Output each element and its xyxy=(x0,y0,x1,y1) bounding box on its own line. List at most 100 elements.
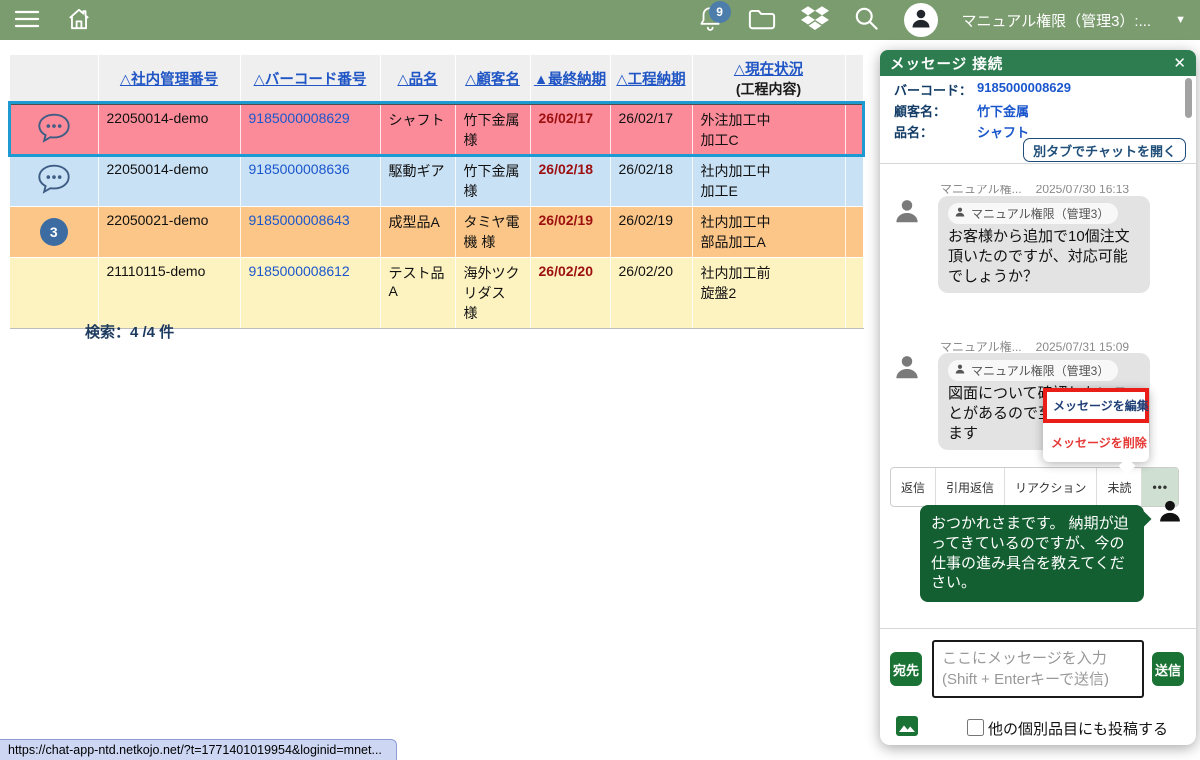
bubble-tail xyxy=(1135,511,1152,528)
delete-message-menu-item[interactable]: メッセージを削除 xyxy=(1043,423,1149,462)
product-label: 品名： xyxy=(894,122,933,141)
cell-spacer xyxy=(845,206,863,257)
cell-status: 社内加工中加工E xyxy=(692,155,845,206)
chat-bubble-icon[interactable] xyxy=(36,131,72,147)
chevron-down-icon: ▼ xyxy=(1175,14,1186,26)
message-input[interactable] xyxy=(932,640,1144,698)
cell-spacer xyxy=(845,257,863,328)
cell-final-due: 26/02/18 xyxy=(530,155,610,206)
barcode-link[interactable]: 9185000008643 xyxy=(249,212,350,228)
column-header-status[interactable]: △現在状況(工程内容) xyxy=(692,55,845,103)
cell-process-due: 26/02/19 xyxy=(610,206,692,257)
unread-count-badge[interactable]: 3 xyxy=(40,218,68,246)
table-row[interactable]: 21110115-demo 9185000008612 テスト品A 海外ツクリダ… xyxy=(10,257,863,328)
customer-label: 顧客名： xyxy=(894,101,946,120)
recipient-button[interactable]: 宛先 xyxy=(890,652,922,686)
open-chat-new-tab-button[interactable]: 別タブでチャットを開く xyxy=(1023,138,1186,162)
sender-avatar-icon xyxy=(892,352,922,387)
chat-bubble-icon[interactable] xyxy=(36,182,72,198)
status-url: https://chat-app-ntd.netkojo.net/?t=1771… xyxy=(8,743,382,757)
work-items-table: △社内管理番号 △バーコード番号 △品名 △顧客名 ▲最終納期 △工程納期 △現… xyxy=(10,55,864,329)
message-text: おつかれさまです。 納期が迫ってきているのですが、今の仕事の進み具合を教えてくだ… xyxy=(931,514,1133,593)
work-items-table-wrap: △社内管理番号 △バーコード番号 △品名 △顧客名 ▲最終納期 △工程納期 △現… xyxy=(10,55,864,329)
panel-scrollbar-thumb[interactable] xyxy=(1185,78,1192,118)
close-button[interactable]: ✕ xyxy=(1173,54,1186,72)
user-avatar[interactable] xyxy=(904,3,938,37)
notifications-button[interactable]: 9 xyxy=(697,5,723,36)
quote-reply-button[interactable]: 引用返信 xyxy=(935,468,1004,506)
table-header-row: △社内管理番号 △バーコード番号 △品名 △顧客名 ▲最終納期 △工程納期 △現… xyxy=(10,55,863,103)
column-header-barcode[interactable]: △バーコード番号 xyxy=(240,55,380,103)
cell-customer: 竹下金属 様 xyxy=(455,155,530,206)
image-icon xyxy=(896,724,918,739)
hamburger-icon xyxy=(14,8,40,33)
user-menu-caret[interactable]: ▼ xyxy=(1175,14,1186,26)
home-button[interactable] xyxy=(66,6,92,35)
apps-button[interactable] xyxy=(801,6,829,34)
edit-message-menu-item[interactable]: メッセージを編集 xyxy=(1043,388,1149,423)
author-pill: マニュアル権限（管理3） xyxy=(948,203,1118,224)
column-header-management-no[interactable]: △社内管理番号 xyxy=(98,55,240,103)
cell-process-due: 26/02/18 xyxy=(610,155,692,206)
cell-product: シャフト xyxy=(380,103,455,155)
message-meta: マニュアル権...2025/07/30 16:13 xyxy=(940,185,1170,196)
message-context-menu: メッセージを編集 メッセージを削除 xyxy=(1043,388,1149,462)
post-to-other-items-checkbox[interactable] xyxy=(967,719,984,736)
own-avatar-icon xyxy=(1156,497,1184,530)
files-button[interactable] xyxy=(747,6,777,35)
cell-spacer xyxy=(845,103,863,155)
cell-final-due: 26/02/17 xyxy=(530,103,610,155)
column-header-indicator xyxy=(10,55,98,103)
barcode-link[interactable]: 9185000008636 xyxy=(249,161,350,177)
dropbox-icon xyxy=(801,6,829,34)
notification-badge: 9 xyxy=(709,1,731,23)
cell-customer: 海外ツクリダス 様 xyxy=(455,257,530,328)
cell-status: 社内加工中部品加工A xyxy=(692,206,845,257)
home-icon xyxy=(66,6,92,35)
table-row[interactable]: 22050014-demo 9185000008636 駆動ギア 竹下金属 様 … xyxy=(10,155,863,206)
person-icon xyxy=(909,6,933,35)
column-header-customer[interactable]: △顧客名 xyxy=(455,55,530,103)
message-actions-toolbar: 返信 引用返信 リアクション 未読 ••• xyxy=(890,467,1179,507)
author-pill: マニュアル権限（管理3） xyxy=(948,360,1118,381)
search-button[interactable] xyxy=(853,5,880,35)
reaction-button[interactable]: リアクション xyxy=(1004,468,1096,506)
column-header-product[interactable]: △品名 xyxy=(380,55,455,103)
column-header-final-due[interactable]: ▲最終納期 xyxy=(530,55,610,103)
cell-process-due: 26/02/20 xyxy=(610,257,692,328)
link-status-bar: https://chat-app-ntd.netkojo.net/?t=1771… xyxy=(0,739,397,760)
menu-button[interactable] xyxy=(14,8,40,33)
cell-customer: タミヤ電機 様 xyxy=(455,206,530,257)
cell-final-due: 26/02/19 xyxy=(530,206,610,257)
customer-value: 竹下金属 xyxy=(977,101,1029,120)
cell-management-no: 22050014-demo xyxy=(98,103,240,155)
cell-management-no: 22050021-demo xyxy=(98,206,240,257)
user-menu-label[interactable]: マニュアル権限（管理3）:... xyxy=(962,10,1152,31)
table-row[interactable]: 22050014-demo 9185000008629 シャフト 竹下金属 様 … xyxy=(10,103,863,155)
close-icon: ✕ xyxy=(1173,55,1186,72)
divider xyxy=(880,163,1196,164)
barcode-value: 9185000008629 xyxy=(977,80,1071,95)
attach-image-button[interactable] xyxy=(896,716,918,739)
cell-spacer xyxy=(845,155,863,206)
cell-customer: 竹下金属 様 xyxy=(455,103,530,155)
cell-management-no: 21110115-demo xyxy=(98,257,240,328)
barcode-link[interactable]: 9185000008612 xyxy=(249,263,350,279)
table-row[interactable]: 3 22050021-demo 9185000008643 成型品A タミヤ電機… xyxy=(10,206,863,257)
own-chat-message[interactable]: おつかれさまです。 納期が迫ってきているのですが、今の仕事の進み具合を教えてくだ… xyxy=(920,505,1144,602)
cell-final-due: 26/02/20 xyxy=(530,257,610,328)
post-to-other-items-label[interactable]: 他の個別品目にも投稿する xyxy=(988,718,1168,739)
chat-message[interactable]: マニュアル権限（管理3） お客様から追加で10個注文頂いたのですが、対応可能でし… xyxy=(938,196,1150,293)
product-value: シャフト xyxy=(977,122,1029,141)
send-button[interactable]: 送信 xyxy=(1152,652,1184,686)
barcode-link[interactable]: 9185000008629 xyxy=(249,110,350,126)
column-header-process-due[interactable]: △工程納期 xyxy=(610,55,692,103)
message-text: お客様から追加で10個注文頂いたのですが、対応可能でしょうか？ xyxy=(948,227,1140,286)
cell-status: 外注加工中加工C xyxy=(692,103,845,155)
reply-button[interactable]: 返信 xyxy=(891,468,935,506)
search-icon xyxy=(853,5,880,35)
sender-avatar-icon xyxy=(892,196,922,231)
unread-button[interactable]: 未読 xyxy=(1096,468,1141,506)
person-icon xyxy=(954,363,966,378)
cell-product: 駆動ギア xyxy=(380,155,455,206)
